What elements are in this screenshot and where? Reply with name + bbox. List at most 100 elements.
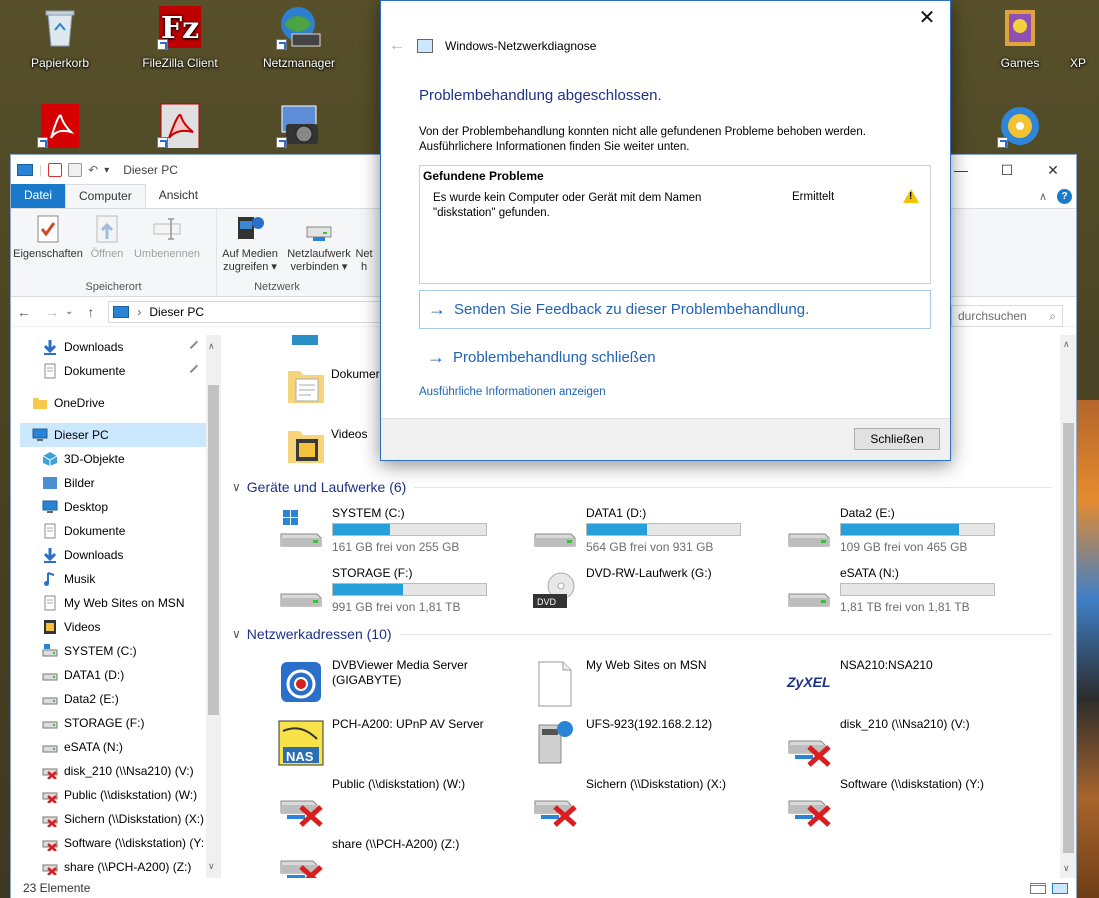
nav-item[interactable]: 3D-Objekte xyxy=(20,447,206,471)
tab-computer[interactable]: Computer xyxy=(65,184,146,208)
drive-free-space: 1,81 TB frei von 1,81 TB xyxy=(840,600,970,614)
drive-icon xyxy=(42,739,58,755)
tab-datei[interactable]: Datei xyxy=(11,184,66,208)
section-devices[interactable]: ∨ Geräte und Laufwerke (6) xyxy=(232,479,1052,495)
nav-item[interactable]: eSATA (N:) xyxy=(20,735,206,759)
section-network[interactable]: ∨ Netzwerkadressen (10) xyxy=(232,626,1052,642)
nav-scrollbar[interactable]: ∧ ∨ xyxy=(206,335,221,878)
scroll-up-icon[interactable]: ∧ xyxy=(1063,339,1070,350)
drive-tile[interactable]: eSATA (N:) 1,81 TB frei von 1,81 TB xyxy=(785,566,1035,622)
network-location-tile[interactable]: ZyXEL NSA210:NSA210 xyxy=(785,658,1035,714)
nav-item[interactable]: DATA1 (D:) xyxy=(20,663,206,687)
close-window-button[interactable]: ✕ xyxy=(1030,155,1076,185)
back-arrow-icon[interactable]: ← xyxy=(17,304,31,320)
maximize-button[interactable]: ☐ xyxy=(984,155,1030,185)
nav-item[interactable]: Dokumente xyxy=(20,359,206,383)
nav-item[interactable]: Downloads xyxy=(20,335,206,359)
folder-icon xyxy=(32,395,48,411)
drive-tile[interactable]: Data2 (E:) 109 GB frei von 465 GB xyxy=(785,506,1035,562)
nav-item[interactable]: Musik xyxy=(20,567,206,591)
scroll-down-icon[interactable]: ∨ xyxy=(1063,863,1070,874)
tiles-view-icon[interactable] xyxy=(1052,882,1068,894)
dialog-close-icon[interactable]: ✕ xyxy=(912,5,942,30)
desktop-icon-acrobat-pro[interactable] xyxy=(135,102,225,152)
nav-item[interactable]: disk_210 (\\Nsa210) (V:) xyxy=(20,759,206,783)
nav-scrollbar-thumb[interactable] xyxy=(208,385,219,715)
properties-check-icon[interactable] xyxy=(48,163,63,177)
desktop-icon-games[interactable]: Games xyxy=(975,4,1065,70)
nav-item[interactable]: Desktop xyxy=(20,495,206,519)
nav-item[interactable]: share (\\PCH-A200) (Z:) xyxy=(20,855,206,878)
network-location-tile[interactable]: Sichern (\\Diskstation) (X:) xyxy=(531,777,781,833)
desktop-icon-netzmanager[interactable]: Netzmanager xyxy=(254,4,344,70)
scroll-up-icon[interactable]: ∧ xyxy=(208,341,215,352)
page-icon xyxy=(42,595,58,611)
desktop-icon-acrobat[interactable] xyxy=(15,102,105,152)
network-location-tile[interactable]: NAS PCH-A200: UPnP AV Server xyxy=(277,717,527,773)
drive-tile[interactable]: DATA1 (D:) 564 GB frei von 931 GB xyxy=(531,506,781,562)
nav-item[interactable]: Public (\\diskstation) (W:) xyxy=(20,783,206,807)
netzlaufwerk-verbinden-button[interactable]: Netzlaufwerk verbinden ▾ xyxy=(283,213,355,279)
search-input[interactable]: durchsuchen ⌕ xyxy=(951,305,1063,327)
nav-item[interactable]: Videos xyxy=(20,615,206,639)
folder-label: Dokumer xyxy=(331,367,380,381)
disconnected-drive-icon xyxy=(277,839,325,878)
desktop-icon-papierkorb[interactable]: Papierkorb xyxy=(15,4,105,70)
network-location-name: UFS-923(192.168.2.12) xyxy=(586,717,713,731)
back-arrow-icon[interactable]: ← xyxy=(389,37,405,55)
nav-item[interactable]: OneDrive xyxy=(20,391,206,415)
collapse-ribbon-icon[interactable]: ∧ xyxy=(1039,190,1047,203)
nav-item[interactable]: Software (\\diskstation) (Y: xyxy=(20,831,206,855)
network-location-tile[interactable]: disk_210 (\\Nsa210) (V:) xyxy=(785,717,1035,773)
desktop-icon-photo[interactable] xyxy=(254,102,344,152)
nav-item[interactable]: Downloads xyxy=(20,543,206,567)
desktop-icon-filezilla[interactable]: Fz FileZilla Client xyxy=(135,4,225,70)
dvd-badge: DVD xyxy=(537,597,557,607)
nav-item[interactable]: SYSTEM (C:) xyxy=(20,639,206,663)
close-troubleshooter-link[interactable]: → Problembehandlung schließen xyxy=(419,347,656,368)
nav-item[interactable]: Bilder xyxy=(20,471,206,495)
nav-item[interactable]: Data2 (E:) xyxy=(20,687,206,711)
oeffnen-button[interactable]: Öffnen xyxy=(85,213,129,279)
desktop-icon-media[interactable] xyxy=(975,102,1065,152)
network-location-tile[interactable]: UFS-923(192.168.2.12) xyxy=(531,717,781,773)
drive-tile[interactable]: STORAGE (F:) 991 GB frei von 1,81 TB xyxy=(277,566,527,622)
auf-medien-zugreifen-button[interactable]: Auf Medien zugreifen ▾ xyxy=(217,213,283,279)
desktop-icon-xp[interactable]: XP xyxy=(1070,4,1099,70)
drive-name: eSATA (N:) xyxy=(840,566,899,580)
network-location-tile[interactable]: Software (\\diskstation) (Y:) xyxy=(785,777,1035,833)
tab-ansicht[interactable]: Ansicht xyxy=(146,184,211,208)
schliessen-button[interactable]: Schließen xyxy=(854,428,940,450)
help-icon[interactable]: ? xyxy=(1057,189,1072,204)
nav-item[interactable]: Dokumente xyxy=(20,519,206,543)
nav-item[interactable]: Sichern (\\Diskstation) (X:) xyxy=(20,807,206,831)
forward-arrow-icon[interactable]: → xyxy=(45,304,59,320)
up-arrow-icon[interactable]: ↑ xyxy=(87,304,94,320)
nav-item-label: Data2 (E:) xyxy=(64,692,119,706)
drive-tile[interactable]: SYSTEM (C:) 161 GB frei von 255 GB xyxy=(277,506,527,562)
network-location-tile[interactable]: My Web Sites on MSN xyxy=(531,658,781,714)
drive-tile[interactable]: DVD DVD-RW-Laufwerk (G:) xyxy=(531,566,781,622)
network-location-tile[interactable]: share (\\PCH-A200) (Z:) xyxy=(277,837,527,878)
nav-item[interactable]: Dieser PC xyxy=(20,423,206,447)
details-link[interactable]: Ausführliche Informationen anzeigen xyxy=(419,386,606,398)
qat-dropdown-icon[interactable]: ▾ xyxy=(104,165,109,176)
scroll-down-icon[interactable]: ∨ xyxy=(208,861,215,872)
nav-item[interactable]: My Web Sites on MSN xyxy=(20,591,206,615)
network-location-tile[interactable]: Public (\\diskstation) (W:) xyxy=(277,777,527,833)
netzwerkadresse-button[interactable]: Net h xyxy=(355,213,373,279)
eigenschaften-button[interactable]: Eigenschaften xyxy=(11,213,85,279)
properties-icon xyxy=(32,213,64,245)
details-view-icon[interactable] xyxy=(1030,882,1046,894)
feedback-link[interactable]: → Senden Sie Feedback zu dieser Problemb… xyxy=(419,290,931,329)
network-location-tile[interactable]: DVBViewer Media Server (GIGABYTE) xyxy=(277,658,527,714)
nav-item-label: disk_210 (\\Nsa210) (V:) xyxy=(64,764,194,778)
undo-icon[interactable]: ↶ xyxy=(88,163,98,177)
content-scrollbar-thumb[interactable] xyxy=(1063,423,1074,853)
umbenennen-button[interactable]: Umbenennen xyxy=(129,213,205,279)
chevron-down-icon: ∨ xyxy=(232,480,241,494)
content-scrollbar[interactable]: ∧ ∨ xyxy=(1060,335,1076,878)
recent-dropdown-icon[interactable]: ⌄ xyxy=(65,306,73,317)
nav-item[interactable]: STORAGE (F:) xyxy=(20,711,206,735)
new-folder-icon[interactable] xyxy=(68,163,83,177)
